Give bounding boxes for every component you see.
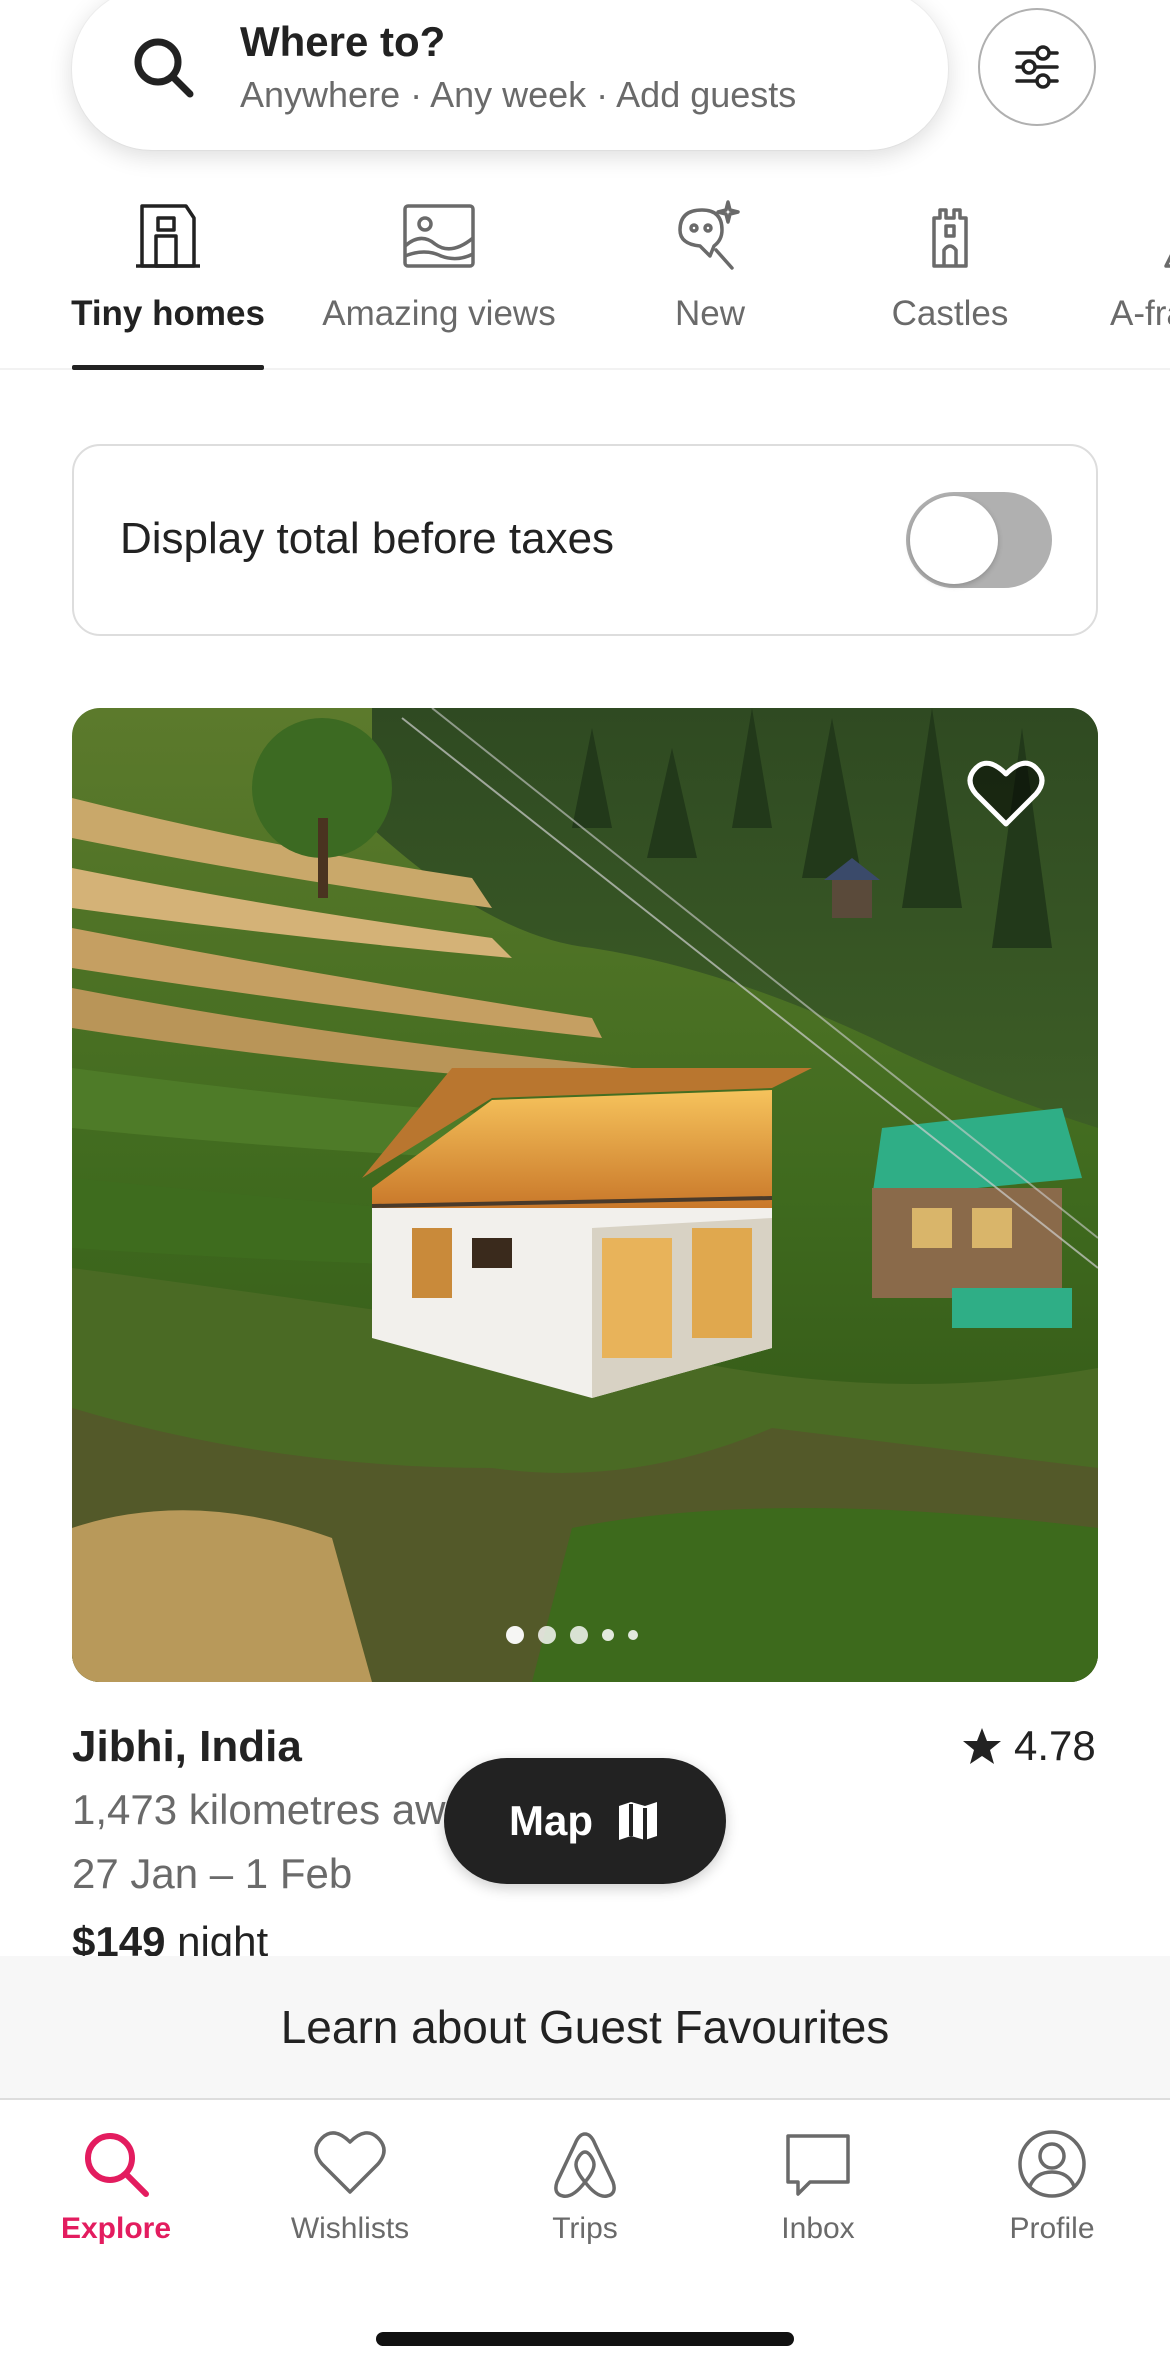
category-new[interactable]: New	[630, 190, 790, 370]
tab-wishlists[interactable]: Wishlists	[250, 2126, 450, 2246]
category-label: New	[674, 294, 746, 333]
star-icon	[963, 1728, 1001, 1764]
tab-trips[interactable]: Trips	[485, 2126, 685, 2246]
carousel-dot	[602, 1629, 614, 1641]
category-bar: Tiny homes Amazing views New Castles A-f…	[0, 190, 1170, 370]
listing-rating: 4.78	[962, 1722, 1096, 1770]
carousel-dot	[570, 1626, 588, 1644]
profile-icon	[1018, 2130, 1086, 2198]
listing-dates: 27 Jan – 1 Feb	[72, 1850, 353, 1897]
tab-explore[interactable]: Explore	[16, 2126, 216, 2246]
search-bar[interactable]: Where to? Anywhere · Any week · Add gues…	[72, 0, 948, 150]
carousel-dot	[628, 1630, 638, 1640]
listing-distance: 1,473 kilometres away	[72, 1786, 490, 1833]
map-icon	[619, 1802, 657, 1840]
map-button-label: Map	[509, 1797, 593, 1844]
tab-label: Inbox	[781, 2212, 855, 2245]
search-icon	[85, 2133, 149, 2197]
category-label: Castles	[891, 294, 1009, 333]
search-subtitle: Anywhere · Any week · Add guests	[240, 74, 797, 115]
guest-favourites-banner[interactable]: Learn about Guest Favourites	[0, 1956, 1170, 2100]
amazing-views-icon	[403, 204, 475, 268]
guest-favourites-label: Learn about Guest Favourites	[280, 2001, 890, 2053]
explore-page: Where to? Anywhere · Any week · Add gues…	[0, 0, 1170, 2374]
message-icon	[786, 2134, 850, 2196]
carousel-dot	[506, 1626, 524, 1644]
airbnb-logo-icon	[554, 2132, 616, 2198]
new-sparkle-icon	[678, 200, 740, 270]
category-tiny-homes[interactable]: Tiny homes	[71, 190, 265, 370]
active-category-indicator	[72, 365, 264, 370]
toggle-knob	[910, 496, 998, 584]
carousel-dot	[538, 1626, 556, 1644]
rating-value: 4.78	[1014, 1722, 1096, 1769]
listing-location[interactable]: Jibhi, India	[72, 1722, 302, 1772]
wishlist-heart-icon[interactable]	[966, 758, 1046, 830]
castle-icon	[932, 208, 968, 268]
search-icon	[134, 38, 194, 98]
category-label: A-frames	[1110, 294, 1170, 333]
tab-label: Profile	[1009, 2212, 1095, 2245]
category-castles[interactable]: Castles	[870, 190, 1030, 370]
search-title: Where to?	[240, 18, 446, 65]
listing-photo[interactable]	[72, 708, 1098, 1682]
category-amazing-views[interactable]: Amazing views	[306, 190, 572, 370]
photo-carousel-dots	[506, 1626, 638, 1644]
tab-inbox[interactable]: Inbox	[718, 2126, 918, 2246]
tiny-home-icon	[136, 204, 200, 268]
filters-button[interactable]	[978, 8, 1096, 126]
filter-sliders-icon	[1015, 45, 1059, 89]
tab-profile[interactable]: Profile	[952, 2126, 1152, 2246]
category-label: Tiny homes	[71, 294, 265, 333]
heart-icon	[314, 2131, 386, 2194]
tab-label: Explore	[60, 2212, 172, 2245]
tab-label: Wishlists	[290, 2212, 410, 2245]
total-before-taxes-toggle[interactable]	[906, 492, 1052, 588]
listing-photo-illustration	[72, 708, 1098, 1682]
search-text: Where to? Anywhere · Any week · Add gues…	[240, 14, 796, 118]
price-display-card: Display total before taxes	[72, 444, 1098, 636]
category-label: Amazing views	[322, 294, 556, 333]
map-button[interactable]: Map	[444, 1758, 726, 1884]
price-toggle-label: Display total before taxes	[120, 514, 615, 563]
category-a-frames[interactable]: A-frames	[1110, 190, 1170, 370]
a-frame-icon	[1164, 254, 1170, 268]
home-indicator[interactable]	[376, 2332, 794, 2346]
tab-label: Trips	[552, 2212, 618, 2245]
